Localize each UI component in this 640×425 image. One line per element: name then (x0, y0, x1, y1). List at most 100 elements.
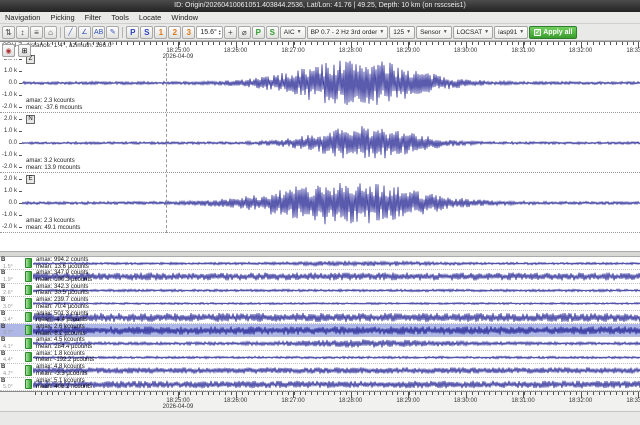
amax-label: amax: 4.5 kcounts (36, 337, 92, 344)
axis-minor-tick (346, 392, 347, 395)
axis-minor-tick (225, 42, 226, 45)
pick-priority-2-button[interactable]: 2 (168, 26, 181, 39)
gain-dropdown[interactable]: 125 ▼ (389, 26, 415, 39)
axis-minor-tick (472, 42, 473, 45)
aic-picker-dropdown[interactable]: AIC ▼ (280, 26, 306, 39)
sort-traces-icon[interactable]: ⇅ (2, 26, 15, 39)
default-view-icon[interactable]: ⌂ (44, 26, 57, 39)
station-waveform[interactable] (33, 337, 640, 350)
marker-button[interactable]: ◉ (2, 44, 15, 57)
station-trace-row[interactable]: B2.6°amax: 342.3 countsmean: 30.5 µcount… (0, 284, 640, 297)
rotation-angle-spinner[interactable]: 15.6° ▴▾ (196, 26, 222, 39)
station-waveform[interactable] (33, 297, 640, 310)
phase-s-button[interactable]: S (266, 26, 279, 39)
apply-all-button[interactable]: ✓ Apply all (529, 26, 577, 39)
align-traces-icon[interactable]: ≡ (30, 26, 43, 39)
station-trace-row[interactable]: B4.4°amax: 1.8 kcountsmean: -192.2 µcoun… (0, 351, 640, 364)
trace-row-n[interactable]: 2.0 k1.0 k0.0-1.0 k-2.0 kNamax: 3.2 kcou… (0, 113, 640, 173)
axis-minor-tick (420, 42, 421, 45)
station-waveform[interactable] (33, 378, 640, 391)
station-waveform[interactable] (33, 257, 640, 270)
station-trace-row[interactable]: B4.7°amax: 4.8 kcountsmean: -3.3 µcounts (0, 364, 640, 377)
axis-minor-tick (213, 42, 214, 45)
axis-minor-tick (518, 42, 519, 45)
seismogram-waveform[interactable] (22, 113, 640, 173)
axis-minor-tick (478, 392, 479, 395)
component-badge[interactable]: N (26, 115, 35, 124)
axis-minor-tick (363, 42, 364, 45)
velocity-profile-dropdown[interactable]: iasp91 ▼ (494, 26, 528, 39)
axis-minor-tick (167, 392, 168, 395)
time-tick-label: 18:32:00 (561, 398, 601, 404)
station-trace-row[interactable]: B3.7°amax: 2.6 kcountsmean: 8.2 µcounts (0, 324, 640, 337)
station-trace-row[interactable]: B4.1°amax: 4.5 kcountsmean: 284.4 µcount… (0, 337, 640, 350)
station-trace-row[interactable]: B3.4°amax: 501.3 countsmean: -4.4 µcount… (0, 311, 640, 324)
locator-dropdown[interactable]: LOCSAT ▼ (453, 26, 493, 39)
time-window-icon[interactable]: ↕ (16, 26, 29, 39)
picker-waveform-panel[interactable]: QBH-Z, distance: 1.4°, azimuth: 166.0° 2… (0, 41, 640, 251)
axis-minor-tick (604, 42, 605, 45)
axis-date-label: 2026-04-09 (158, 404, 198, 410)
pick-priority-1-button[interactable]: 1 (154, 26, 167, 39)
menu-window[interactable]: Window (166, 12, 203, 24)
axis-minor-tick (633, 42, 634, 45)
amplitude-labels: amax: 2.6 kcountsmean: 8.2 µcounts (36, 324, 86, 337)
layout-button[interactable]: ⊞ (18, 44, 31, 57)
pick-p-mode-button[interactable]: P (126, 26, 139, 39)
station-waveform[interactable] (33, 270, 640, 283)
spinner-arrows-icon[interactable]: ▴▾ (219, 29, 221, 35)
annotate-icon[interactable]: AB (92, 26, 105, 39)
pick-priority-3-button[interactable]: 3 (182, 26, 195, 39)
station-waveform[interactable] (33, 311, 640, 324)
time-tick-label: 18:33:00 (618, 398, 640, 404)
edit-pick-icon[interactable]: ✎ (106, 26, 119, 39)
trace-row-e[interactable]: 2.0 k1.0 k0.0-1.0 k-2.0 kEamax: 2.3 kcou… (0, 173, 640, 233)
axis-minor-tick (167, 42, 168, 45)
axis-minor-tick (426, 392, 427, 395)
axis-minor-tick (248, 392, 249, 395)
menu-navigation[interactable]: Navigation (0, 12, 45, 24)
station-trace-row[interactable]: B1.5°amax: 994.2 countsmean: 13.6 µcount… (0, 257, 640, 270)
filter-dropdown[interactable]: BP 0.7 - 2 Hz 3rd order ▼ (307, 26, 389, 39)
station-waveform[interactable] (33, 284, 640, 297)
station-waveform[interactable] (33, 351, 640, 364)
component-badge[interactable]: E (26, 175, 35, 184)
y-axis-label: 2.0 k (0, 176, 17, 182)
station-status-bar (25, 271, 32, 281)
station-trace-row[interactable]: B3.0°amax: 239.7 countsmean: 70.4 µcount… (0, 297, 640, 310)
station-distance-label: 2.6° (3, 290, 13, 296)
station-status-bar (25, 285, 32, 295)
axis-minor-tick (271, 392, 272, 395)
time-tick-label: 18:30:00 (446, 398, 486, 404)
menu-tools[interactable]: Tools (106, 12, 134, 24)
ruler-icon[interactable]: ╱ (64, 26, 77, 39)
station-trace-row[interactable]: B5.0°amax: 5.1 kcountsmean: 406.2 ncount… (0, 378, 640, 391)
phase-p-button[interactable]: P (252, 26, 265, 39)
menu-filter[interactable]: Filter (80, 12, 107, 24)
station-waveform[interactable] (33, 324, 640, 337)
add-pick-button[interactable]: + (224, 26, 237, 39)
amplitude-labels: amax: 347.0 countsmean: 100.3 µcounts (36, 270, 92, 283)
axis-minor-tick (438, 42, 439, 45)
angle-icon[interactable]: ∠ (78, 26, 91, 39)
mean-label: mean: 70.4 µcounts (36, 304, 89, 311)
trace-row-z[interactable]: 2.0 k1.0 k0.0-1.0 k-2.0 kZamax: 2.3 kcou… (0, 53, 640, 113)
axis-minor-tick (317, 42, 318, 45)
mean-label: mean: -4.4 µcounts (36, 317, 88, 324)
axis-minor-tick (593, 42, 594, 45)
pick-s-mode-button[interactable]: S (140, 26, 153, 39)
list-time-axis[interactable]: 18:25:002026-04-0918:26:0018:27:0018:28:… (0, 391, 640, 411)
hide-traces-icon[interactable]: ⌀ (238, 26, 251, 39)
axis-minor-tick (622, 42, 623, 45)
amplitude-labels: amax: 2.3 kcountsmean: 49.1 mcounts (26, 218, 80, 231)
station-trace-row[interactable]: B1.9°amax: 347.0 countsmean: 100.3 µcoun… (0, 270, 640, 283)
seismogram-waveform[interactable] (22, 53, 640, 113)
menu-locate[interactable]: Locate (134, 12, 167, 24)
sensor-dropdown[interactable]: Sensor ▼ (416, 26, 452, 39)
station-waveform[interactable] (33, 364, 640, 377)
seismogram-waveform[interactable] (22, 173, 640, 233)
time-tick-label: 18:30:00 (446, 48, 486, 54)
mean-label: mean: 13.9 mcounts (26, 165, 80, 172)
menu-picking[interactable]: Picking (45, 12, 79, 24)
axis-minor-tick (604, 392, 605, 395)
